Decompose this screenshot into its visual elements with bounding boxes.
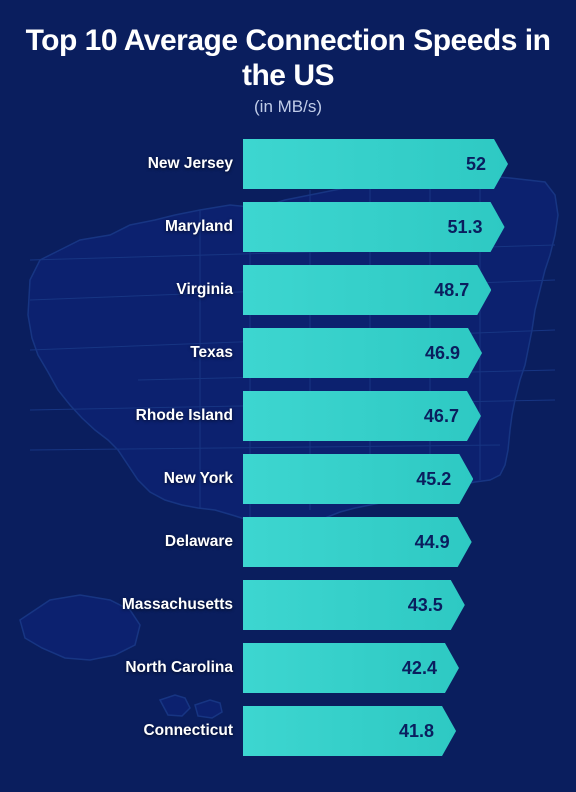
table-row: Massachusetts 43.5 [68,576,508,634]
main-content: Top 10 Average Connection Speeds in the … [0,0,576,792]
state-label: New Jersey [68,155,243,173]
bar-container: 48.7 [243,265,508,315]
bar: 46.7 [243,391,481,441]
bar-value: 46.9 [417,343,482,364]
bar-value: 48.7 [426,280,491,301]
bar-value: 46.7 [416,406,481,427]
table-row: Delaware 44.9 [68,513,508,571]
state-label: Massachusetts [68,596,243,614]
state-label: Delaware [68,533,243,551]
page-subtitle: (in MB/s) [254,97,322,117]
bar-container: 52 [243,139,508,189]
bar: 51.3 [243,202,505,252]
bar-chart: New Jersey 52 Maryland 51.3 Virginia 48.7 Texa… [68,135,508,760]
bar: 41.8 [243,706,456,756]
bar: 45.2 [243,454,473,504]
state-label: Connecticut [68,722,243,740]
bar-value: 43.5 [400,595,465,616]
bar-value: 42.4 [394,658,459,679]
table-row: Texas 46.9 [68,324,508,382]
bar-container: 51.3 [243,202,508,252]
bar-container: 46.9 [243,328,508,378]
state-label: Maryland [68,218,243,236]
bar: 44.9 [243,517,472,567]
bar: 46.9 [243,328,482,378]
bar: 42.4 [243,643,459,693]
bar-container: 43.5 [243,580,508,630]
bar-value: 41.8 [391,721,456,742]
table-row: New Jersey 52 [68,135,508,193]
state-label: North Carolina [68,659,243,677]
table-row: Rhode Island 46.7 [68,387,508,445]
bar-container: 41.8 [243,706,508,756]
bar-value: 45.2 [408,469,473,490]
state-label: Virginia [68,281,243,299]
table-row: Virginia 48.7 [68,261,508,319]
table-row: Connecticut 41.8 [68,702,508,760]
bar: 43.5 [243,580,465,630]
bar: 52 [243,139,508,189]
bar-value: 51.3 [440,217,505,238]
table-row: New York 45.2 [68,450,508,508]
bar-value: 44.9 [407,532,472,553]
state-label: Texas [68,344,243,362]
bar-value: 52 [458,154,508,175]
state-label: Rhode Island [68,407,243,425]
page-title: Top 10 Average Connection Speeds in the … [16,24,560,93]
bar-container: 46.7 [243,391,508,441]
table-row: Maryland 51.3 [68,198,508,256]
bar: 48.7 [243,265,491,315]
bar-container: 42.4 [243,643,508,693]
state-label: New York [68,470,243,488]
bar-container: 45.2 [243,454,508,504]
bar-container: 44.9 [243,517,508,567]
table-row: North Carolina 42.4 [68,639,508,697]
